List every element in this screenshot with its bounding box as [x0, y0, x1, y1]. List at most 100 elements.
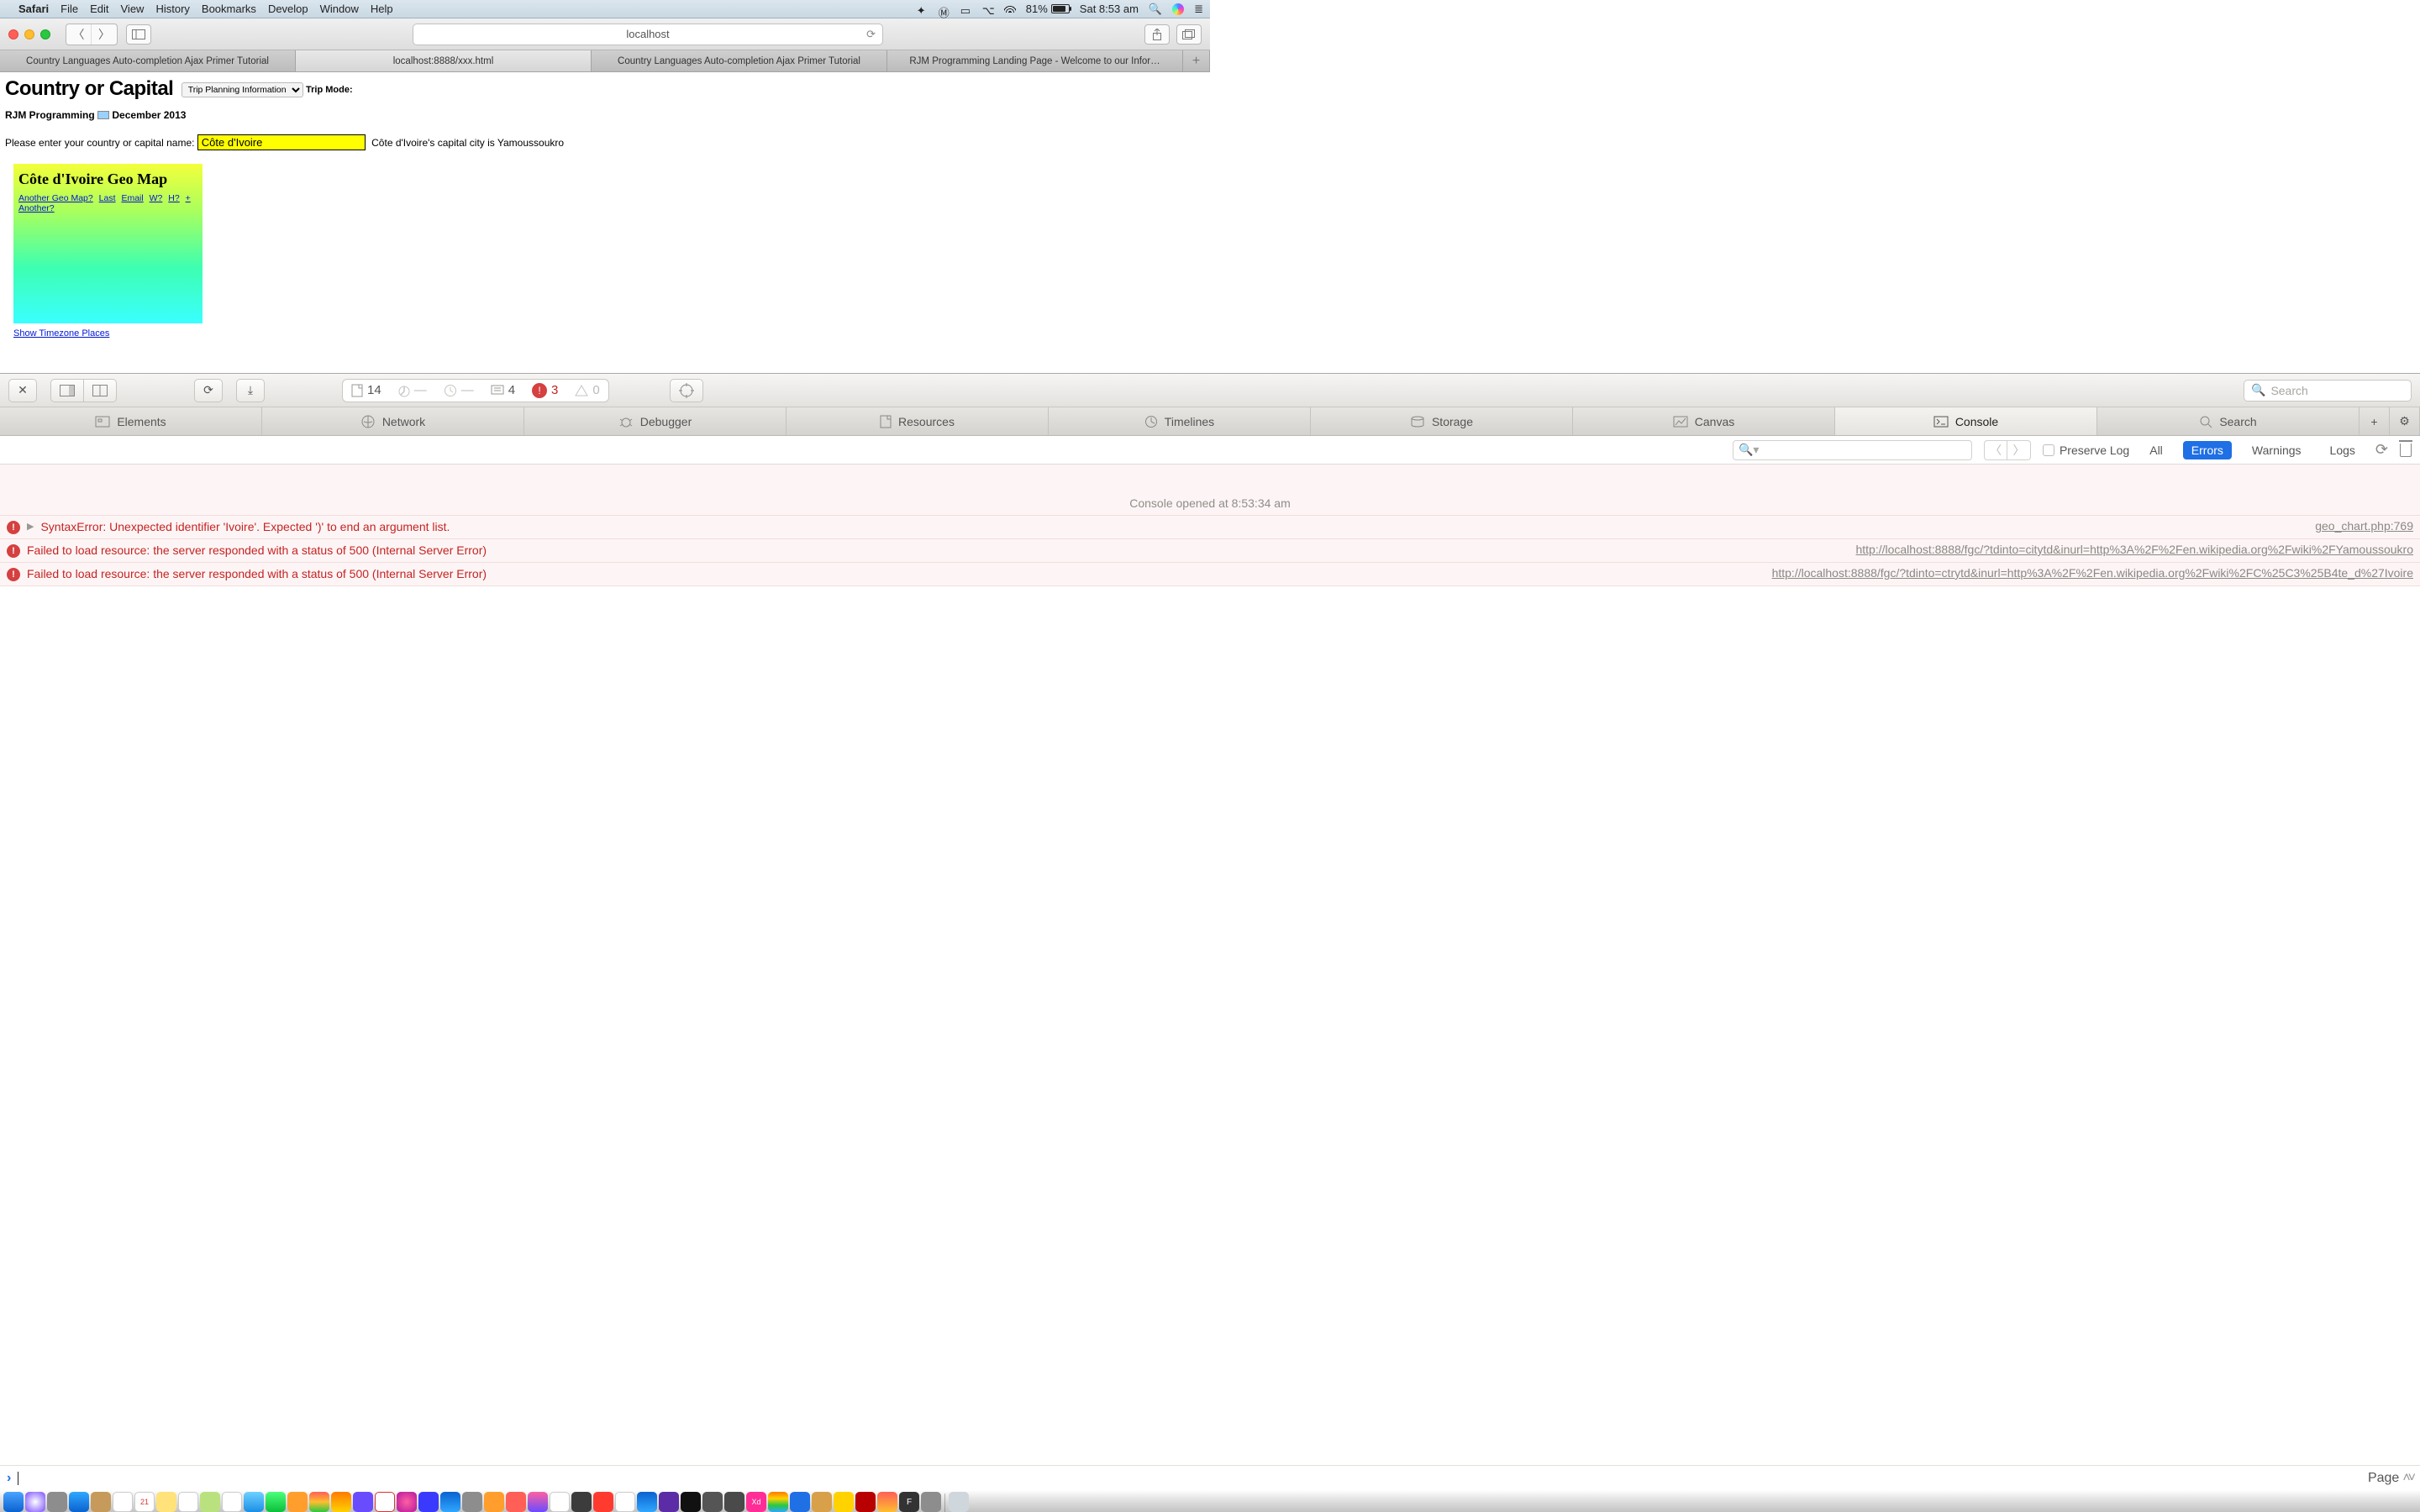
geo-link[interactable]: W? [150, 193, 163, 203]
menu-history[interactable]: History [155, 3, 189, 15]
dock-app[interactable] [91, 1492, 111, 1512]
dock-app[interactable] [484, 1492, 504, 1512]
dock-app[interactable] [877, 1492, 897, 1512]
dock-detach-button[interactable] [84, 379, 117, 402]
preserve-log-toggle[interactable]: Preserve Log [2043, 444, 2129, 457]
dock-app[interactable] [834, 1492, 854, 1512]
dock-app[interactable] [244, 1492, 264, 1512]
siri-icon[interactable] [1172, 3, 1184, 15]
reload-page-button[interactable]: ⟳ [194, 379, 223, 402]
dock-app[interactable] [200, 1492, 220, 1512]
menu-bookmarks[interactable]: Bookmarks [202, 3, 256, 15]
tab-debugger[interactable]: Debugger [524, 407, 786, 435]
app-name[interactable]: Safari [18, 3, 49, 15]
dock-app[interactable] [178, 1492, 198, 1512]
dock-app-finder[interactable] [3, 1492, 24, 1512]
tab-search[interactable]: Search [2097, 407, 2360, 435]
browser-tab[interactable]: localhost:8888/xxx.html [296, 50, 592, 71]
element-picker-button[interactable] [670, 379, 703, 402]
tab-canvas[interactable]: Canvas [1573, 407, 1835, 435]
dock-app[interactable] [812, 1492, 832, 1512]
tab-resources[interactable]: Resources [786, 407, 1049, 435]
resource-url-link[interactable]: http://localhost:8888/fgc/?tdinto=ctrytd… [1772, 566, 2413, 580]
dock-app-appstore[interactable] [440, 1492, 460, 1512]
dock-app[interactable] [375, 1492, 395, 1512]
dock-app[interactable] [724, 1492, 744, 1512]
geo-link[interactable]: Another? [18, 203, 55, 213]
geo-link[interactable]: H? [168, 193, 179, 203]
filter-warnings[interactable]: Warnings [2244, 441, 2310, 459]
inspector-settings-button[interactable]: ⚙ [2390, 407, 2420, 435]
tab-elements[interactable]: Elements [0, 407, 262, 435]
dock-app[interactable] [702, 1492, 723, 1512]
reload-console-icon[interactable]: ⟳ [2375, 441, 2388, 459]
resource-url-link[interactable]: http://localhost:8888/fgc/?tdinto=citytd… [1855, 543, 2413, 556]
dock-trash[interactable] [949, 1492, 969, 1512]
console-error-row[interactable]: ! Failed to load resource: the server re… [0, 539, 2420, 563]
console-error-row[interactable]: ! Failed to load resource: the server re… [0, 563, 2420, 586]
dock-app-terminal[interactable] [681, 1492, 701, 1512]
dock-app[interactable] [47, 1492, 67, 1512]
geo-link[interactable]: Last [99, 193, 116, 203]
dock-app-safari[interactable] [69, 1492, 89, 1512]
new-tab-button[interactable]: + [1183, 50, 1210, 71]
menu-view[interactable]: View [121, 3, 145, 15]
next-result-button[interactable]: 〉 [2007, 440, 2031, 460]
menu-develop[interactable]: Develop [268, 3, 308, 15]
dock-side-button[interactable] [50, 379, 84, 402]
tab-console[interactable]: Console [1835, 407, 2097, 435]
show-timezone-link[interactable]: Show Timezone Places [13, 328, 1205, 339]
log-count[interactable]: 4 [491, 383, 515, 397]
browser-tab[interactable]: RJM Programming Landing Page - Welcome t… [887, 50, 1183, 71]
dock-app[interactable] [637, 1492, 657, 1512]
tab-network[interactable]: Network [262, 407, 524, 435]
dock-app[interactable] [113, 1492, 133, 1512]
browser-tab[interactable]: Country Languages Auto-completion Ajax P… [592, 50, 887, 71]
sidebar-toggle-button[interactable] [126, 24, 151, 45]
close-window-button[interactable] [8, 29, 18, 39]
statusbar-icon[interactable]: Ⓜ [939, 4, 950, 14]
dock-app[interactable] [506, 1492, 526, 1512]
filter-all[interactable]: All [2141, 441, 2171, 459]
dock-app[interactable] [287, 1492, 308, 1512]
trip-info-select[interactable]: Trip Planning Information [182, 82, 303, 97]
menu-window[interactable]: Window [320, 3, 359, 15]
back-button[interactable]: 〈 [66, 24, 92, 45]
dock-app-firefox[interactable] [528, 1492, 548, 1512]
console-prompt[interactable]: › Page˄˅ [0, 1465, 2420, 1490]
dock-app-music[interactable] [397, 1492, 417, 1512]
filter-logs[interactable]: Logs [2322, 441, 2364, 459]
dock-app-notes[interactable] [156, 1492, 176, 1512]
download-button[interactable]: ⤓ [236, 379, 265, 402]
menu-edit[interactable]: Edit [90, 3, 108, 15]
dock-app[interactable] [768, 1492, 788, 1512]
prev-result-button[interactable]: 〈 [1984, 440, 2007, 460]
dock-app[interactable] [331, 1492, 351, 1512]
bluetooth-icon[interactable]: ⌥ [982, 4, 994, 14]
dock-app[interactable] [309, 1492, 329, 1512]
dock-app[interactable] [790, 1492, 810, 1512]
address-bar[interactable]: localhost ⟳ [413, 24, 883, 45]
console-error-row[interactable]: ! ▶ SyntaxError: Unexpected identifier '… [0, 516, 2420, 539]
dock-app[interactable] [222, 1492, 242, 1512]
tabs-overview-button[interactable] [1176, 24, 1202, 45]
source-location-link[interactable]: geo_chart.php:769 [2315, 519, 2413, 533]
menu-help[interactable]: Help [371, 3, 393, 15]
dock-app-chrome[interactable] [550, 1492, 570, 1512]
menu-file[interactable]: File [60, 3, 78, 15]
country-input[interactable] [197, 134, 366, 150]
dock-app[interactable] [659, 1492, 679, 1512]
new-tab-button[interactable]: + [2360, 407, 2390, 435]
dock-app[interactable] [418, 1492, 439, 1512]
error-count[interactable]: ! 3 [532, 383, 558, 398]
forward-button[interactable]: 〉 [92, 24, 117, 45]
notification-center-icon[interactable]: ≣ [1194, 3, 1203, 16]
close-inspector-button[interactable]: ✕ [8, 379, 37, 402]
filter-errors[interactable]: Errors [2183, 441, 2232, 459]
dock-app-siri[interactable] [25, 1492, 45, 1512]
dock-app[interactable] [353, 1492, 373, 1512]
execution-scope-picker[interactable]: Page˄˅ [2368, 1471, 2413, 1486]
geo-link[interactable]: Email [121, 193, 143, 203]
disclosure-triangle-icon[interactable]: ▶ [27, 521, 34, 532]
geo-link[interactable]: Another Geo Map? [18, 193, 93, 203]
